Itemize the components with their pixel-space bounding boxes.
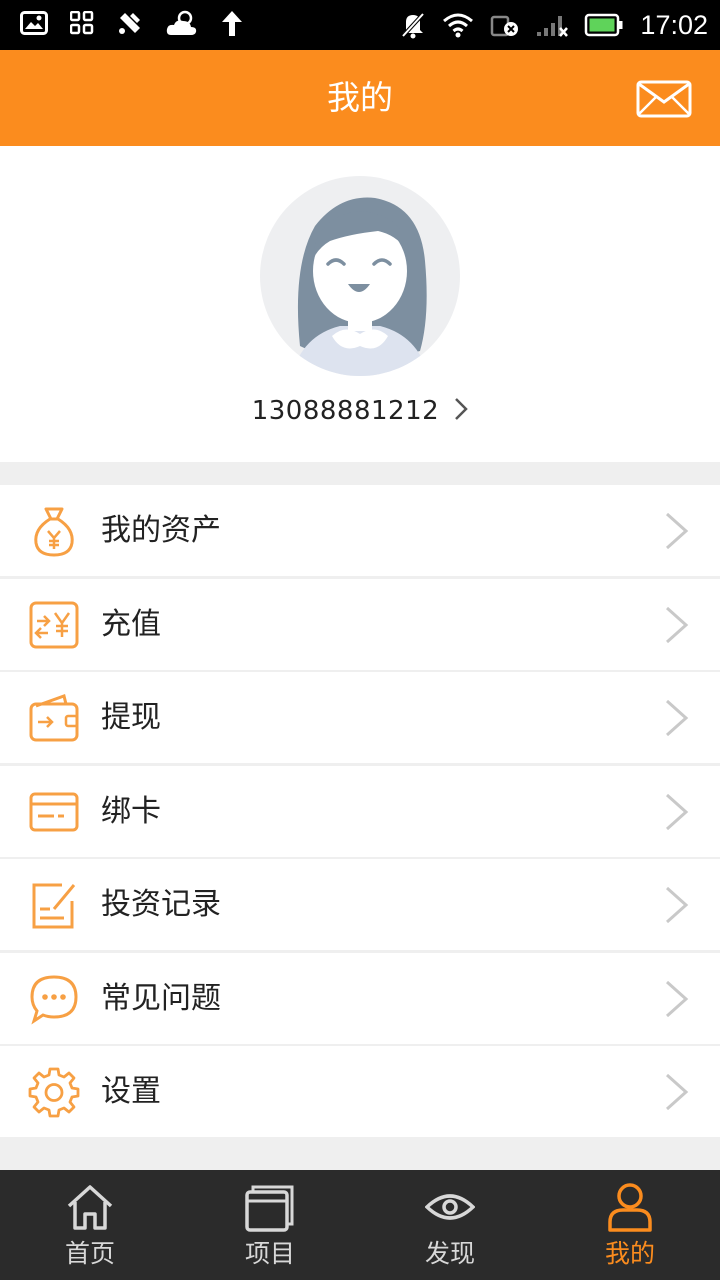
chevron-right-icon [664,605,690,649]
weather-icon [166,9,198,37]
upload-arrow-icon [220,9,244,37]
menu-item-settings[interactable]: 设置 [0,1046,720,1137]
mail-icon [636,80,692,118]
avatar[interactable] [260,176,460,376]
tab-home[interactable]: 首页 [0,1170,180,1280]
image-icon [20,10,48,36]
chevron-right-icon [664,511,690,555]
tab-projects[interactable]: 项目 [180,1170,360,1280]
chat-bubble-icon [28,973,80,1025]
chevron-right-icon [664,885,690,929]
top-app-bar: 我的 [0,50,720,146]
profile-section: 13088881212 [0,146,720,462]
tools-icon [116,9,144,37]
battery-icon [584,12,624,38]
bank-card-icon [28,786,80,838]
menu-item-investment-records[interactable]: 投资记录 [0,859,720,950]
money-bag-icon [28,505,80,557]
menu-label: 我的资产 [101,513,221,548]
menu-list: 我的资产 充值 提现 绑卡 投资记录 常见问题 设置 [0,485,720,1140]
account-row[interactable]: 13088881212 [0,396,720,432]
phone-number: 13088881212 [251,396,440,426]
messages-button[interactable] [636,80,692,118]
home-icon [65,1182,115,1232]
wifi-icon [442,12,474,38]
user-icon [605,1182,655,1232]
signal-icon [536,12,569,38]
tab-label: 发现 [424,1239,475,1268]
menu-label: 投资记录 [101,887,221,922]
chevron-right-icon [664,698,690,742]
chevron-right-icon [664,1072,690,1116]
avatar-illustration [291,197,429,376]
data-off-icon [490,11,520,39]
projects-icon [245,1182,295,1232]
chevron-right-icon [664,792,690,836]
recharge-icon [28,599,80,651]
page-title: 我的 [327,78,393,117]
menu-item-my-assets[interactable]: 我的资产 [0,485,720,576]
chevron-right-icon [664,979,690,1023]
tab-label: 首页 [64,1239,115,1268]
edit-record-icon [28,879,80,931]
menu-label: 设置 [101,1074,161,1109]
menu-label: 提现 [101,700,161,735]
apps-icon [70,11,94,35]
menu-label: 绑卡 [101,793,161,829]
chevron-right-icon [454,397,469,425]
gear-icon [28,1066,80,1118]
tab-label: 项目 [244,1239,295,1268]
tab-mine[interactable]: 我的 [540,1170,720,1280]
bottom-tab-bar: 首页 项目 发现 我的 [0,1170,720,1280]
menu-label: 常见问题 [101,980,221,1016]
wallet-icon [28,692,80,744]
menu-item-withdraw[interactable]: 提现 [0,672,720,763]
menu-item-recharge[interactable]: 充值 [0,578,720,670]
menu-item-faq[interactable]: 常见问题 [0,952,720,1044]
clock: 17:02 [640,10,708,40]
menu-label: 充值 [101,606,161,642]
menu-item-bind-card[interactable]: 绑卡 [0,765,720,857]
mute-icon [400,11,426,39]
eye-icon [424,1182,476,1232]
status-bar: 17:02 [0,0,720,50]
tab-discover[interactable]: 发现 [360,1170,540,1280]
tab-label: 我的 [604,1239,655,1268]
